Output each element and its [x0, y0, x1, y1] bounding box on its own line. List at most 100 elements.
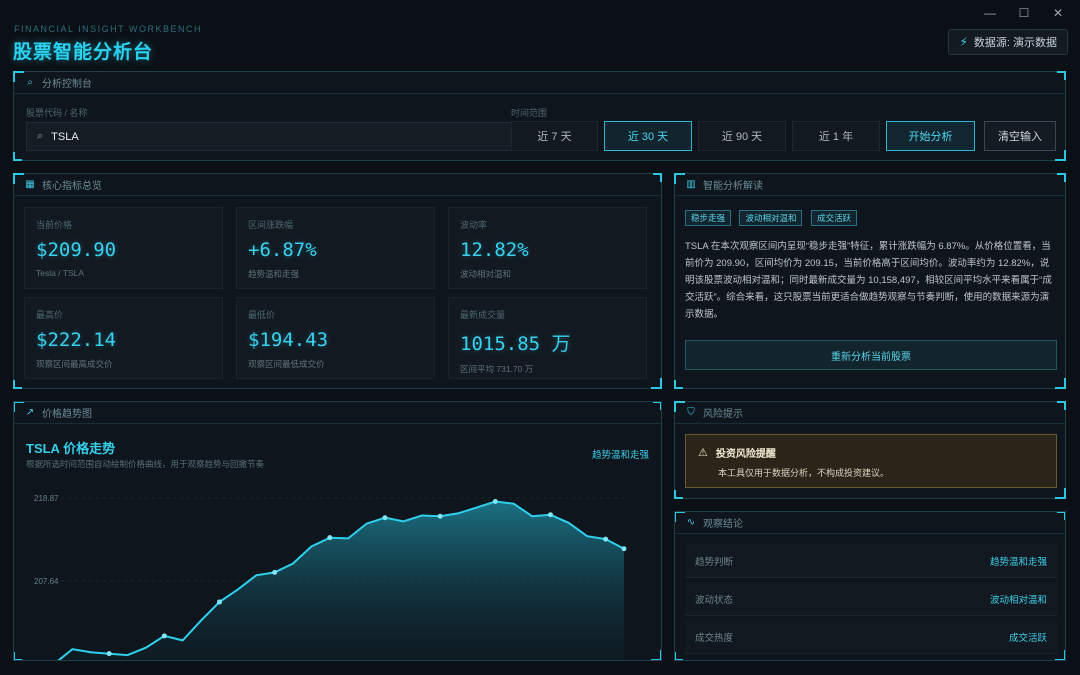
panel-header: ▦ 核心指标总览 [14, 174, 661, 196]
panel-header: ↗ 价格趋势图 [14, 402, 661, 424]
chart-point[interactable] [272, 569, 278, 575]
app-window: — ☐ ✕ FINANCIAL INSIGHT WORKBENCH 股票智能分析… [0, 0, 1080, 675]
maximize-icon[interactable]: ☐ [1012, 6, 1036, 20]
shield-icon: ⛉ [687, 407, 695, 418]
metric-card-low: 最低价 $194.43 观察区间最低成交价 [236, 297, 435, 379]
search-icon: ⌕ [27, 77, 33, 88]
observation-value: 趋势温和走强 [989, 556, 1047, 568]
tag-list: 稳步走强 波动相对温和 成交活跃 [685, 208, 861, 226]
price-chart: 218.87207.64196.4 04-0704-1204-1704-2204… [34, 494, 627, 661]
metric-label: 区间涨跌幅 [248, 220, 294, 230]
observation-key: 波动状态 [695, 594, 734, 606]
chart-point[interactable] [437, 513, 443, 519]
panel-title: 分析控制台 [42, 79, 92, 90]
panel-header: ⌕ 分析控制台 [14, 72, 1065, 94]
metric-card-high: 最高价 $222.14 观察区间最高成交价 [24, 297, 223, 379]
metric-value: 12.82% [460, 239, 529, 261]
chart-point[interactable] [492, 498, 498, 504]
trend-line-icon: ↗ [25, 407, 35, 418]
observation-panel: ∿ 观察结论 趋势判断 趋势温和走强 波动状态 波动相对温和 成交热度 成交活跃 [674, 511, 1066, 661]
tag-trend: 稳步走强 [685, 210, 732, 226]
panel-header: ▥ 智能分析解读 [675, 174, 1065, 196]
metric-sub: 观察区间最低成交价 [248, 359, 325, 369]
observation-key: 成交热度 [695, 632, 734, 644]
chart-point[interactable] [161, 633, 167, 639]
ai-analysis-text: TSLA 在本次观察区间内呈现“稳步走强”特征，累计涨跌幅为 6.87%。从价格… [685, 241, 1052, 320]
stock-search-input[interactable] [51, 130, 452, 143]
metric-sub: 观察区间最高成交价 [36, 359, 113, 369]
panel-title: 风险提示 [703, 409, 743, 420]
metric-card-current-price: 当前价格 $209.90 Tesla / TSLA [24, 207, 223, 289]
observation-value: 成交活跃 [1008, 632, 1047, 644]
panel-title: 核心指标总览 [42, 181, 102, 192]
chart-point[interactable] [382, 515, 388, 521]
metric-card-change: 区间涨跌幅 +6.87% 趋势温和走强 [236, 207, 435, 289]
range-1y-button[interactable]: 近 1 年 [792, 121, 880, 151]
metric-sub: 区间平均 731.70 万 [460, 364, 534, 374]
observation-row-volatility: 波动状态 波动相对温和 [685, 582, 1057, 616]
minimize-icon[interactable]: — [978, 6, 1002, 20]
risk-title: 投资风险提醒 [715, 449, 776, 460]
datasource-label: 数据源: 演示数据 [973, 37, 1057, 49]
metric-value: $209.90 [36, 239, 117, 261]
chart-point[interactable] [216, 599, 222, 605]
window-controls: — ☐ ✕ [978, 6, 1070, 20]
search-icon: ⌕ [37, 130, 44, 142]
observation-value: 波动相对温和 [989, 594, 1047, 606]
pulse-icon: ∿ [686, 517, 696, 528]
range-7d-button[interactable]: 近 7 天 [511, 121, 598, 151]
metric-sub: Tesla / TSLA [36, 268, 85, 278]
metric-card-volume: 最新成交量 1015.85 万 区间平均 731.70 万 [448, 297, 647, 379]
panel-title: 智能分析解读 [703, 181, 763, 192]
metric-sub: 波动相对温和 [460, 269, 512, 279]
metric-label: 当前价格 [36, 220, 73, 230]
panel-title: 价格趋势图 [42, 409, 92, 420]
metric-sub: 趋势温和走强 [248, 269, 300, 279]
chart-point[interactable] [621, 546, 627, 552]
code-label: 股票代码 / 名称 [26, 108, 88, 118]
range-90d-button[interactable]: 近 90 天 [698, 121, 786, 151]
analyze-button[interactable]: 开始分析 [886, 121, 975, 151]
chart-subtitle: 根据所选时间范围自动绘制价格曲线，用于观察趋势与回撤节奏 [26, 459, 265, 469]
risk-body: 本工具仅用于数据分析，不构成投资建议。 [718, 468, 890, 478]
control-panel: ⌕ 分析控制台 股票代码 / 名称 时间范围 ⌕ 近 7 天 近 30 天 近 … [13, 71, 1066, 161]
metric-value: 1015.85 万 [460, 333, 571, 355]
metric-label: 波动率 [460, 220, 488, 230]
chart-trend-label: 趋势温和走强 [591, 450, 649, 461]
metric-label: 最新成交量 [460, 310, 506, 320]
chart-point[interactable] [603, 536, 609, 542]
clear-input-button[interactable]: 清空输入 [984, 121, 1056, 151]
risk-panel: ⛉ 风险提示 ⚠ 投资风险提醒 本工具仅用于数据分析，不构成投资建议。 [674, 401, 1066, 499]
chart-point[interactable] [106, 651, 112, 657]
lightning-icon: ⚡ [959, 35, 968, 49]
stock-search-field[interactable]: ⌕ [26, 122, 517, 151]
close-icon[interactable]: ✕ [1046, 6, 1070, 20]
panel-header: ⛉ 风险提示 [675, 402, 1065, 424]
metric-value: $194.43 [248, 329, 329, 351]
bar-chart-icon: ▥ [686, 179, 696, 190]
metric-label: 最低价 [248, 310, 276, 320]
metric-value: $222.14 [36, 329, 117, 351]
chart-point[interactable] [327, 535, 333, 541]
risk-title-row: ⚠ 投资风险提醒 [698, 445, 1044, 460]
reanalyze-button[interactable]: 重新分析当前股票 [685, 340, 1057, 370]
chart-grid-icon: ▦ [25, 179, 35, 190]
chart-title: TSLA 价格走势 [26, 441, 116, 456]
panel-title: 观察结论 [703, 519, 743, 530]
metric-label: 最高价 [36, 310, 64, 320]
risk-alert: ⚠ 投资风险提醒 本工具仅用于数据分析，不构成投资建议。 [685, 434, 1057, 488]
panel-header: ∿ 观察结论 [675, 512, 1065, 534]
warning-icon: ⚠ [698, 447, 708, 459]
chart-y-tick: 207.64 [34, 577, 59, 586]
datasource-badge[interactable]: ⚡ 数据源: 演示数据 [948, 29, 1068, 55]
chart-y-tick: 218.87 [34, 494, 59, 503]
metric-value: +6.87% [248, 239, 317, 261]
range-30d-button[interactable]: 近 30 天 [604, 121, 692, 151]
chart-y-tick: 196.4 [34, 660, 55, 661]
observation-row-trend: 趋势判断 趋势温和走强 [685, 544, 1057, 578]
price-chart-panel: ↗ 价格趋势图 TSLA 价格走势 根据所选时间范围自动绘制价格曲线，用于观察趋… [13, 401, 662, 661]
tag-volatility: 波动相对温和 [739, 210, 803, 226]
app-title: 股票智能分析台 [13, 42, 154, 63]
observation-row-volume: 成交热度 成交活跃 [685, 620, 1057, 654]
chart-point[interactable] [547, 512, 553, 518]
